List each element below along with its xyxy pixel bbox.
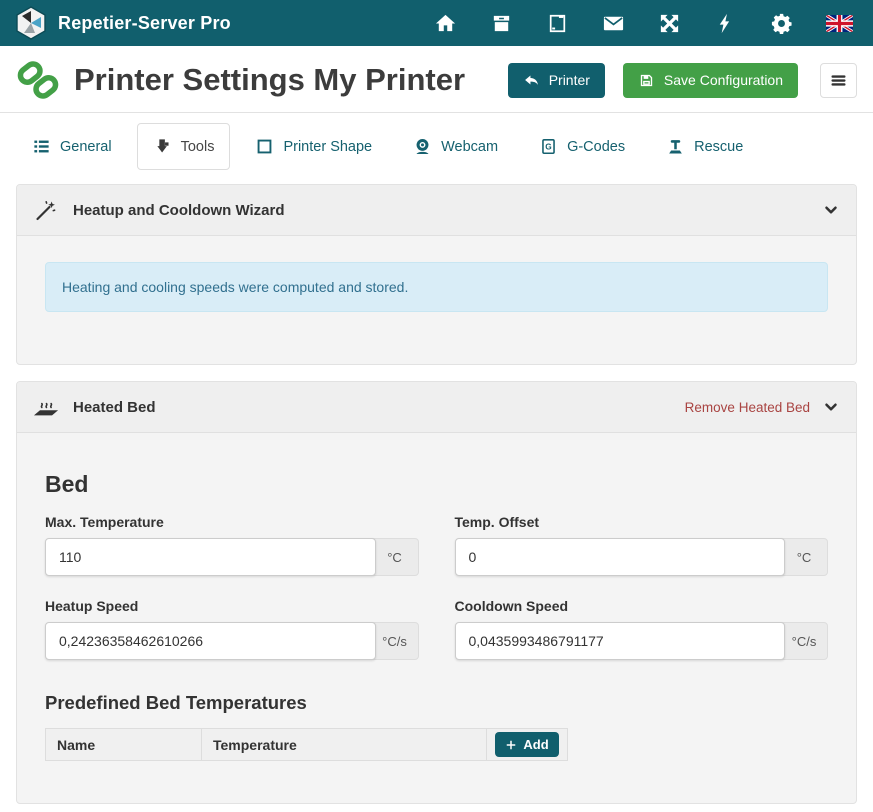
tab-webcam-label: Webcam <box>441 139 498 155</box>
hamburger-icon <box>828 70 849 91</box>
wizard-panel-body: Heating and cooling speeds were computed… <box>17 236 856 364</box>
bed-section-title: Bed <box>45 471 828 498</box>
printer-button[interactable]: Printer <box>508 63 605 98</box>
cooldown-speed-unit: °C/s <box>780 622 828 660</box>
printer-queue-icon[interactable] <box>490 12 513 35</box>
back-arrow-icon <box>523 72 540 89</box>
add-temperature-button[interactable]: Add <box>495 732 558 757</box>
chain-link-icon <box>16 58 60 102</box>
temp-offset-unit: °C <box>780 538 828 576</box>
messages-icon[interactable] <box>602 12 625 35</box>
temp-offset-input[interactable] <box>455 538 786 576</box>
max-temperature-input[interactable] <box>45 538 376 576</box>
heatup-speed-field: Heatup Speed °C/s <box>45 598 419 660</box>
tab-general[interactable]: General <box>16 123 128 170</box>
tab-printer-shape[interactable]: Printer Shape <box>239 123 388 170</box>
tab-rescue[interactable]: Rescue <box>650 123 759 170</box>
page-menu-button[interactable] <box>820 63 857 98</box>
max-temperature-label: Max. Temperature <box>45 514 419 530</box>
home-icon[interactable] <box>434 12 457 35</box>
list-icon <box>32 137 51 156</box>
tab-printer-shape-label: Printer Shape <box>283 139 372 155</box>
touchscreen-icon[interactable] <box>546 12 569 35</box>
settings-tabs: General Tools Printer Shape Webcam G G-C… <box>0 113 873 170</box>
heatup-speed-input[interactable] <box>45 622 376 660</box>
heated-bed-panel: Heated Bed Remove Heated Bed Bed Max. Te… <box>16 381 857 804</box>
heated-bed-panel-header[interactable]: Heated Bed Remove Heated Bed <box>17 382 856 433</box>
save-configuration-button[interactable]: Save Configuration <box>623 63 798 98</box>
extruder-icon <box>153 137 172 156</box>
heated-bed-panel-body: Bed Max. Temperature °C Temp. Offset °C <box>17 471 856 803</box>
table-action-cell: Add <box>487 729 568 761</box>
page-header: Printer Settings My Printer Printer Save… <box>0 46 873 113</box>
printer-button-label: Printer <box>549 73 590 87</box>
tab-tools[interactable]: Tools <box>137 123 231 170</box>
magic-wand-icon <box>33 198 59 222</box>
rescue-icon <box>666 137 685 156</box>
fullscreen-icon[interactable] <box>658 12 681 35</box>
emergency-stop-icon[interactable] <box>714 12 737 35</box>
column-header-name: Name <box>46 729 202 761</box>
language-flag-icon[interactable] <box>826 15 853 32</box>
cooldown-speed-label: Cooldown Speed <box>455 598 829 614</box>
app-logo[interactable] <box>14 6 48 40</box>
webcam-icon <box>413 137 432 156</box>
heated-bed-icon <box>33 395 59 419</box>
remove-heated-bed-link[interactable]: Remove Heated Bed <box>685 400 810 415</box>
tab-gcodes-label: G-Codes <box>567 139 625 155</box>
heated-bed-panel-title: Heated Bed <box>73 399 156 416</box>
wizard-panel-header[interactable]: Heatup and Cooldown Wizard <box>17 185 856 236</box>
max-temperature-field: Max. Temperature °C <box>45 514 419 576</box>
tab-rescue-label: Rescue <box>694 139 743 155</box>
global-settings-icon[interactable] <box>770 12 793 35</box>
chevron-down-icon[interactable] <box>822 398 840 416</box>
temp-offset-label: Temp. Offset <box>455 514 829 530</box>
gcode-file-icon: G <box>539 137 558 156</box>
plus-icon <box>505 739 517 751</box>
temp-offset-field: Temp. Offset °C <box>455 514 829 576</box>
chevron-down-icon[interactable] <box>822 201 840 219</box>
tab-webcam[interactable]: Webcam <box>397 123 514 170</box>
navbar-menu <box>434 12 859 35</box>
app-title: Repetier-Server Pro <box>58 13 231 34</box>
heatup-speed-unit: °C/s <box>371 622 419 660</box>
wizard-panel-title: Heatup and Cooldown Wizard <box>73 202 285 219</box>
square-outline-icon <box>255 137 274 156</box>
svg-text:G: G <box>545 142 551 152</box>
max-temperature-unit: °C <box>371 538 419 576</box>
table-header-row: Name Temperature Add <box>46 729 568 761</box>
tab-general-label: General <box>60 139 112 155</box>
tab-tools-label: Tools <box>181 139 215 155</box>
main-content: Heatup and Cooldown Wizard Heating and c… <box>0 184 873 812</box>
page-title: Printer Settings My Printer <box>74 62 508 98</box>
column-header-temperature: Temperature <box>202 729 487 761</box>
tab-gcodes[interactable]: G G-Codes <box>523 123 641 170</box>
heatup-speed-label: Heatup Speed <box>45 598 419 614</box>
save-icon <box>638 72 655 89</box>
cooldown-speed-input[interactable] <box>455 622 786 660</box>
wizard-panel: Heatup and Cooldown Wizard Heating and c… <box>16 184 857 365</box>
add-button-label: Add <box>523 737 548 752</box>
wizard-info-alert: Heating and cooling speeds were computed… <box>45 262 828 312</box>
predefined-temps-table: Name Temperature Add <box>45 728 568 761</box>
predefined-temps-title: Predefined Bed Temperatures <box>45 692 828 714</box>
bed-fields: Max. Temperature °C Temp. Offset °C Heat… <box>45 514 828 660</box>
top-navbar: Repetier-Server Pro <box>0 0 873 46</box>
save-configuration-label: Save Configuration <box>664 73 783 87</box>
cooldown-speed-field: Cooldown Speed °C/s <box>455 598 829 660</box>
